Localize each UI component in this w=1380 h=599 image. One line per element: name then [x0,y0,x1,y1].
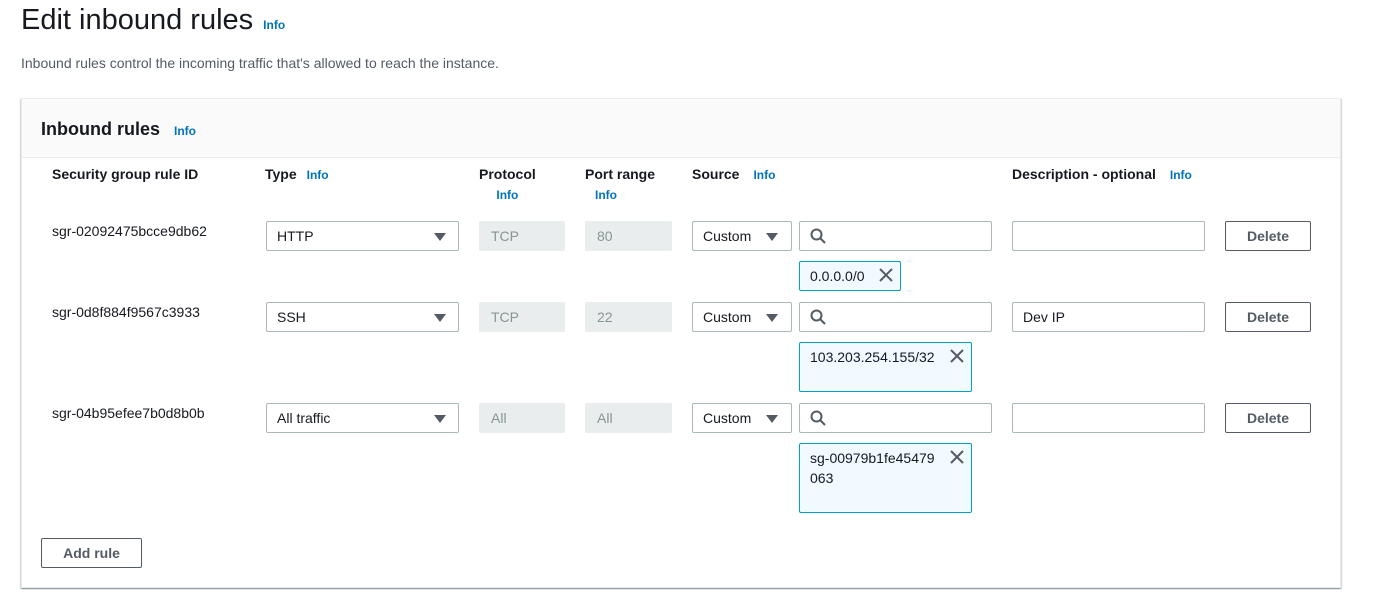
page-description: Inbound rules control the incoming traff… [21,55,499,71]
col-header-port-range-label: Port range [585,166,656,182]
close-icon[interactable] [949,348,965,364]
col-header-description: Description - optional Info [1012,166,1192,182]
chevron-down-icon [434,314,446,322]
source-token: 103.203.254.155/32 [799,342,972,392]
source-mode-select[interactable]: Custom [692,302,792,332]
port-range-field: 80 [585,221,672,251]
col-header-rule-id-label: Security group rule ID [52,166,199,182]
col-header-source: Source Info [692,166,775,182]
rule-id: sgr-0d8f884f9567c3933 [52,304,200,320]
type-select-value: All traffic [277,410,331,426]
source-token-label: sg-00979b1fe45479063 [810,450,935,486]
col-header-protocol-label: Protocol [479,166,536,182]
panel-title-info-link[interactable]: Info [174,124,196,138]
type-select[interactable]: HTTP [266,221,459,251]
search-icon [810,410,826,426]
col-header-rule-id: Security group rule ID [52,166,198,182]
chevron-down-icon [434,415,446,423]
panel-header: Inbound rules Info [22,99,1340,158]
inbound-rules-panel: Inbound rules Info Security group rule I… [21,98,1341,588]
source-mode-value: Custom [703,228,752,244]
delete-rule-button[interactable]: Delete [1225,221,1311,251]
close-icon[interactable] [949,449,965,465]
source-token-label: 0.0.0.0/0 [810,268,865,284]
description-input[interactable]: Dev IP [1012,302,1205,332]
source-token: sg-00979b1fe45479063 [799,443,972,513]
search-icon [810,309,826,325]
panel-title: Inbound rules Info [41,119,196,140]
rule-id: sgr-04b95efee7b0d8b0b [52,405,205,421]
page-title-info-link[interactable]: Info [263,18,285,32]
col-header-type: Type Info [265,166,329,182]
source-mode-select[interactable]: Custom [692,403,792,433]
source-search-input[interactable] [799,221,992,251]
panel-title-text: Inbound rules [41,119,160,139]
source-token: 0.0.0.0/0 [799,261,901,291]
source-search-input[interactable] [799,302,992,332]
type-select[interactable]: SSH [266,302,459,332]
add-rule-button[interactable]: Add rule [41,538,142,568]
delete-rule-button[interactable]: Delete [1225,302,1311,332]
source-mode-value: Custom [703,309,752,325]
protocol-field: TCP [479,221,565,251]
source-search-input[interactable] [799,403,992,433]
chevron-down-icon [766,233,778,241]
col-header-type-label: Type [265,166,297,182]
chevron-down-icon [766,415,778,423]
source-mode-select[interactable]: Custom [692,221,792,251]
col-header-description-label: Description - optional [1012,166,1156,182]
source-mode-value: Custom [703,410,752,426]
col-header-description-info-link[interactable]: Info [1170,168,1192,182]
page-title: Edit inbound rules Info [21,4,285,37]
type-select[interactable]: All traffic [266,403,459,433]
search-icon [810,228,826,244]
port-range-field: All [585,403,672,433]
protocol-field: TCP [479,302,565,332]
chevron-down-icon [766,314,778,322]
type-select-value: SSH [277,309,306,325]
type-select-value: HTTP [277,228,314,244]
chevron-down-icon [434,233,446,241]
col-header-source-info-link[interactable]: Info [753,168,775,182]
port-range-field: 22 [585,302,672,332]
source-token-label: 103.203.254.155/32 [810,349,935,365]
close-icon[interactable] [878,267,894,283]
page-title-text: Edit inbound rules [21,4,254,36]
delete-rule-button[interactable]: Delete [1225,403,1311,433]
col-header-protocol-info-link[interactable]: Info [479,188,536,202]
col-header-port-range-info-link[interactable]: Info [595,188,655,202]
description-input[interactable] [1012,403,1205,433]
description-input[interactable] [1012,221,1205,251]
col-header-type-info-link[interactable]: Info [307,168,329,182]
col-header-port-range: Port range Info [585,166,655,202]
col-header-protocol: Protocol Info [479,166,536,202]
protocol-field: All [479,403,565,433]
rule-id: sgr-02092475bcce9db62 [52,223,207,239]
col-header-source-label: Source [692,166,740,182]
